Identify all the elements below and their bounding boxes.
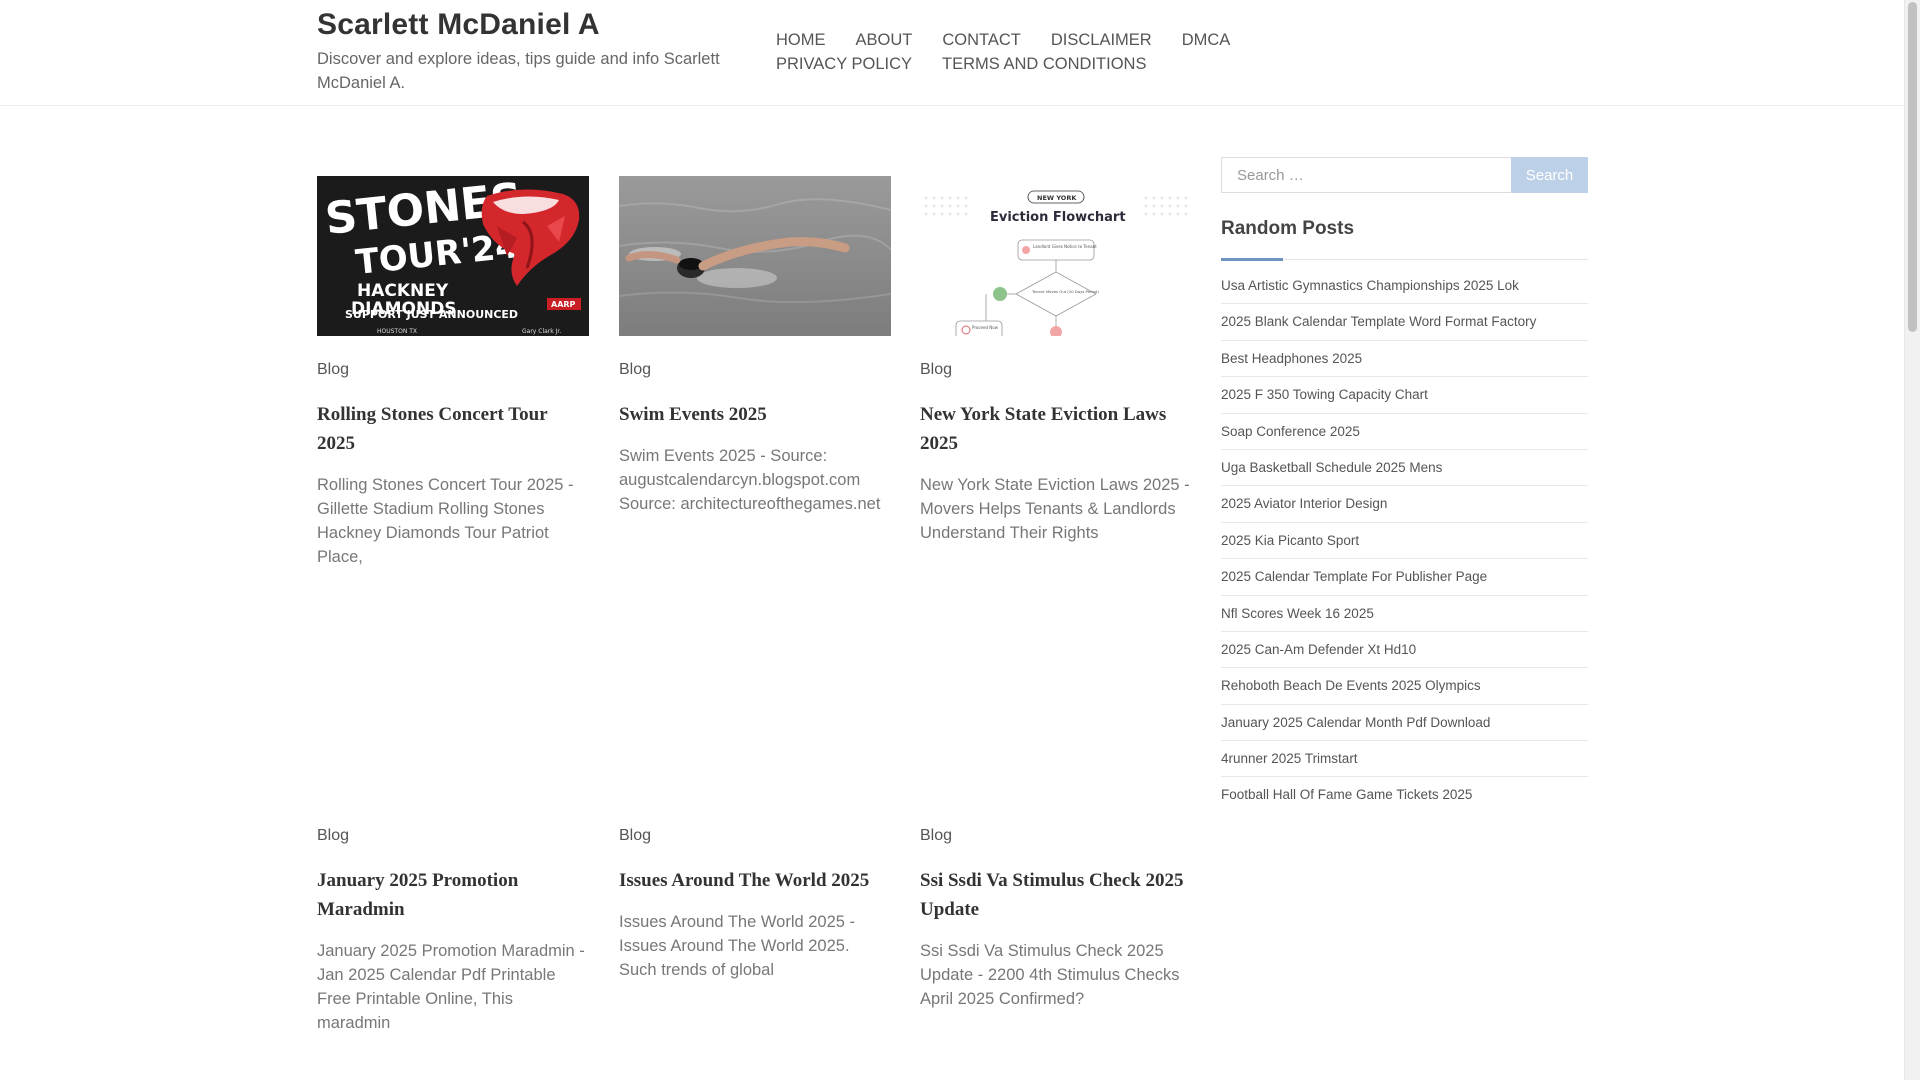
list-item: Nfl Scores Week 16 2025 — [1221, 596, 1588, 632]
random-posts-heading: Random Posts — [1221, 218, 1355, 239]
random-post-link[interactable]: 2025 Kia Picanto Sport — [1221, 533, 1359, 548]
main-nav: HOME ABOUT CONTACT DISCLAIMER DMCA PRIVA… — [776, 28, 1416, 76]
post-thumbnail-blank[interactable] — [619, 642, 891, 802]
nav-about[interactable]: ABOUT — [856, 28, 913, 52]
poster-line3: HACKNEY — [357, 281, 449, 301]
post-card: STONES TOUR'24 HACKNEY DIAMONDS AARP SUP… — [317, 176, 589, 569]
post-thumbnail-eviction[interactable]: NEW YORK Eviction Flowchart Landlord Giv… — [920, 176, 1192, 336]
post-thumbnail-blank[interactable] — [920, 642, 1192, 802]
list-item: Usa Artistic Gymnastics Championships 20… — [1221, 268, 1588, 305]
search-form: Search — [1221, 157, 1588, 193]
list-item: Football Hall Of Fame Game Tickets 2025 — [1221, 777, 1588, 813]
nav-contact[interactable]: CONTACT — [942, 28, 1021, 52]
random-post-link[interactable]: Usa Artistic Gymnastics Championships 20… — [1221, 278, 1519, 293]
post-card: NEW YORK Eviction Flowchart Landlord Giv… — [920, 176, 1192, 545]
nav-terms-and-conditions[interactable]: TERMS AND CONDITIONS — [942, 52, 1146, 76]
nav-privacy-policy[interactable]: PRIVACY POLICY — [776, 52, 912, 76]
post-card: Blog January 2025 Promotion Maradmin Jan… — [317, 642, 589, 1035]
nav-disclaimer[interactable]: DISCLAIMER — [1051, 28, 1152, 52]
post-excerpt: Issues Around The World 2025 - Issues Ar… — [619, 913, 856, 979]
random-posts-list: Usa Artistic Gymnastics Championships 20… — [1221, 268, 1588, 814]
poster-footer-right: Gary Clark Jr. — [522, 328, 561, 335]
list-item: 2025 Aviator Interior Design — [1221, 486, 1588, 523]
list-item: 2025 Kia Picanto Sport — [1221, 523, 1588, 560]
page: Scarlett McDaniel A Discover and explore… — [0, 0, 1920, 1080]
list-item: 2025 Blank Calendar Template Word Format… — [1221, 304, 1588, 341]
random-post-link[interactable]: 2025 F 350 Towing Capacity Chart — [1221, 387, 1428, 402]
list-item: 2025 Can-Am Defender Xt Hd10 — [1221, 632, 1588, 669]
swimmer-photo — [619, 176, 891, 336]
aarp-badge-text: AARP — [551, 300, 576, 309]
post-category[interactable]: Blog — [619, 360, 651, 380]
search-button[interactable]: Search — [1511, 157, 1588, 193]
nav-home[interactable]: HOME — [776, 28, 826, 52]
random-post-link[interactable]: Best Headphones 2025 — [1221, 351, 1362, 366]
random-post-link[interactable]: Nfl Scores Week 16 2025 — [1221, 606, 1374, 621]
rolling-stones-poster-image: STONES TOUR'24 HACKNEY DIAMONDS AARP SUP… — [317, 176, 589, 336]
random-post-link[interactable]: Rehoboth Beach De Events 2025 Olympics — [1221, 678, 1481, 693]
post-excerpt: Ssi Ssdi Va Stimulus Check 2025 Update -… — [920, 942, 1180, 1008]
post-category[interactable]: Blog — [317, 360, 349, 380]
list-item: January 2025 Calendar Month Pdf Download — [1221, 705, 1588, 742]
eviction-flowchart-image: NEW YORK Eviction Flowchart Landlord Giv… — [920, 176, 1192, 336]
scrollbar-thumb[interactable] — [1908, 2, 1917, 332]
random-post-link[interactable]: January 2025 Calendar Month Pdf Download — [1221, 715, 1490, 730]
random-post-link[interactable]: 2025 Aviator Interior Design — [1221, 496, 1387, 511]
post-title[interactable]: Swim Events 2025 — [619, 400, 891, 429]
random-post-link[interactable]: 4runner 2025 Trimstart — [1221, 751, 1358, 766]
random-post-link[interactable]: 2025 Blank Calendar Template Word Format… — [1221, 314, 1536, 329]
random-post-link[interactable]: Football Hall Of Fame Game Tickets 2025 — [1221, 787, 1472, 802]
list-item: Uga Basketball Schedule 2025 Mens — [1221, 450, 1588, 487]
widget-accent-bar — [1221, 258, 1283, 261]
post-excerpt: Rolling Stones Concert Tour 2025 - Gille… — [317, 476, 574, 566]
page-scrollbar[interactable] — [1904, 0, 1920, 1080]
random-post-link[interactable]: 2025 Calendar Template For Publisher Pag… — [1221, 569, 1487, 584]
nav-dmca[interactable]: DMCA — [1182, 28, 1231, 52]
list-item: 2025 F 350 Towing Capacity Chart — [1221, 377, 1588, 414]
list-item: Best Headphones 2025 — [1221, 341, 1588, 378]
post-title[interactable]: New York State Eviction Laws 2025 — [920, 400, 1192, 458]
random-post-link[interactable]: 2025 Can-Am Defender Xt Hd10 — [1221, 642, 1416, 657]
post-card: Blog Issues Around The World 2025 Issues… — [619, 642, 891, 982]
post-thumbnail-swim[interactable] — [619, 176, 891, 336]
post-category[interactable]: Blog — [619, 826, 651, 846]
flowchart-box1: Landlord Gives Notice to Tenant — [1033, 244, 1097, 249]
random-post-link[interactable]: Soap Conference 2025 — [1221, 424, 1360, 439]
site-description: Discover and explore ideas, tips guide a… — [317, 50, 720, 92]
post-excerpt: January 2025 Promotion Maradmin - Jan 20… — [317, 942, 585, 1032]
post-category[interactable]: Blog — [920, 826, 952, 846]
flowchart-tag: NEW YORK — [1037, 194, 1077, 202]
post-title[interactable]: January 2025 Promotion Maradmin — [317, 866, 589, 924]
site-title[interactable]: Scarlett McDaniel A — [317, 8, 600, 42]
poster-footer-left: HOUSTON TX — [377, 328, 417, 335]
list-item: 2025 Calendar Template For Publisher Pag… — [1221, 559, 1588, 596]
post-title[interactable]: Issues Around The World 2025 — [619, 866, 891, 895]
post-title[interactable]: Ssi Ssdi Va Stimulus Check 2025 Update — [920, 866, 1192, 924]
search-input[interactable] — [1221, 157, 1511, 193]
post-excerpt: Swim Events 2025 - Source: augustcalenda… — [619, 447, 881, 513]
poster-support-text: SUPPORT JUST ANNOUNCED — [345, 308, 518, 321]
post-category[interactable]: Blog — [920, 360, 952, 380]
post-thumbnail-blank[interactable] — [317, 642, 589, 802]
random-post-link[interactable]: Uga Basketball Schedule 2025 Mens — [1221, 460, 1442, 475]
post-title[interactable]: Rolling Stones Concert Tour 2025 — [317, 400, 589, 458]
flowchart-heading: Eviction Flowchart — [990, 210, 1126, 225]
site-header: Scarlett McDaniel A Discover and explore… — [0, 0, 1905, 106]
post-thumbnail-rolling-stones[interactable]: STONES TOUR'24 HACKNEY DIAMONDS AARP SUP… — [317, 176, 589, 336]
list-item: Rehoboth Beach De Events 2025 Olympics — [1221, 668, 1588, 705]
flowchart-box3: Proceed Now — [972, 325, 999, 330]
post-category[interactable]: Blog — [317, 826, 349, 846]
flowchart-box2: Tenant Moves Out (20 Days Period) — [1031, 289, 1099, 294]
post-card: Blog Swim Events 2025 Swim Events 2025 -… — [619, 176, 891, 516]
list-item: 4runner 2025 Trimstart — [1221, 741, 1588, 778]
post-excerpt: New York State Eviction Laws 2025 - Move… — [920, 476, 1190, 542]
post-card: Blog Ssi Ssdi Va Stimulus Check 2025 Upd… — [920, 642, 1192, 1011]
list-item: Soap Conference 2025 — [1221, 414, 1588, 450]
